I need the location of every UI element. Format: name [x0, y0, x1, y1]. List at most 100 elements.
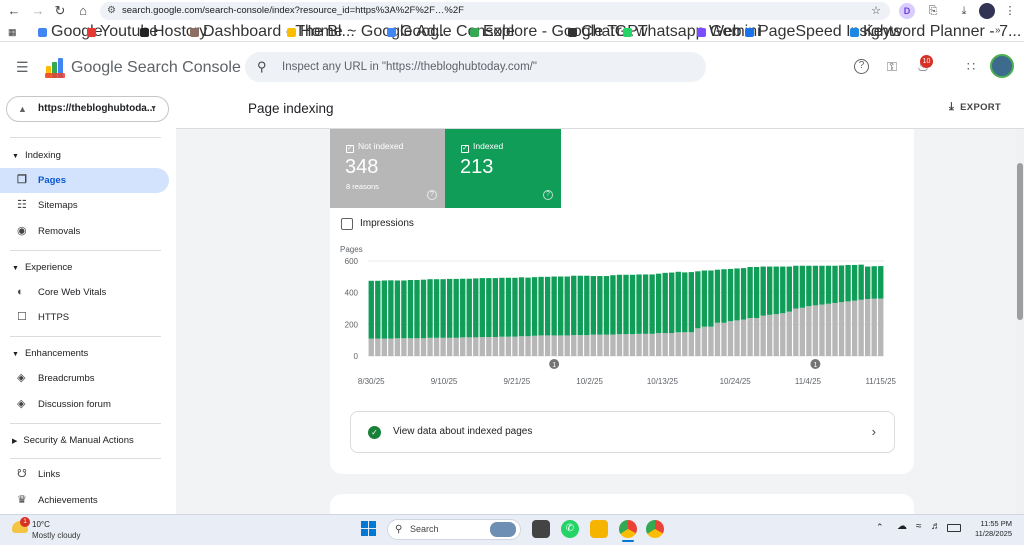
bookmark-favicon-icon	[568, 28, 577, 37]
manage-users-icon[interactable]: ⚿	[883, 58, 901, 76]
download-icon[interactable]: ⤓	[956, 3, 972, 19]
sidebar-item-links[interactable]: ☋ Links	[0, 462, 169, 487]
whatsapp-icon[interactable]: ✆	[561, 520, 579, 538]
bookmark-favicon-icon	[470, 28, 479, 37]
url-inspect-input[interactable]: ⚲ Inspect any URL in "https://thebloghub…	[245, 52, 706, 82]
bar-not-indexed	[851, 300, 858, 356]
section-security[interactable]: ▶ Security & Manual Actions	[12, 435, 134, 446]
check-circle-icon: ✓	[368, 426, 381, 439]
scrollbar-thumb[interactable]	[1017, 163, 1023, 320]
bar-not-indexed	[616, 334, 623, 356]
tray-chevron-up-icon[interactable]: ⌃	[876, 522, 884, 533]
view-indexed-pages-link[interactable]: ✓ View data about indexed pages ›	[350, 411, 895, 453]
bar-not-indexed	[518, 336, 525, 356]
chrome-profile-icon[interactable]	[646, 520, 664, 538]
bar-indexed	[597, 276, 603, 335]
help-icon[interactable]: ?	[427, 190, 437, 200]
expand-icon: ▶	[12, 438, 18, 445]
wifi-icon[interactable]: ≈	[916, 521, 922, 532]
bar-not-indexed	[832, 302, 838, 356]
extensions-icon[interactable]: ⎘	[925, 3, 941, 19]
help-icon[interactable]: ?	[543, 190, 553, 200]
divider	[10, 250, 161, 251]
help-icon[interactable]: ?	[854, 59, 869, 74]
bar-indexed	[407, 280, 414, 339]
account-avatar[interactable]	[990, 54, 1014, 78]
battery-icon[interactable]	[947, 524, 961, 532]
section-indexing[interactable]: ▼ Indexing	[12, 150, 61, 161]
site-info-icon[interactable]: ⚙	[107, 2, 116, 20]
collapse-icon: ▼	[12, 153, 19, 160]
more-menu-icon[interactable]: ⋮	[1002, 3, 1018, 19]
hamburger-menu-icon[interactable]: ☰	[16, 59, 29, 76]
task-view-icon[interactable]	[532, 520, 550, 538]
checkbox-checked-icon[interactable]: ✓	[461, 145, 469, 153]
bar-not-indexed	[675, 332, 681, 356]
user-avatar-icon[interactable]	[979, 3, 995, 19]
google-apps-icon[interactable]: ∷	[962, 58, 980, 76]
sidebar-item-label: Achievements	[38, 495, 98, 506]
bar-indexed	[486, 278, 492, 337]
file-explorer-icon[interactable]	[590, 520, 608, 538]
windows-start-icon[interactable]	[361, 521, 377, 537]
pages-icon: ❐	[17, 174, 27, 186]
indexed-metric-tab[interactable]: ✓ Indexed 213 ?	[445, 129, 561, 208]
bar-indexed	[701, 270, 708, 327]
indexing-chart: Pages 0 200 400 600 8/30/25 9/10/25 9/21/25 10/2…	[340, 245, 897, 386]
visibility-off-icon: ◉	[17, 225, 27, 237]
checkbox-checked-icon[interactable]: ✓	[346, 145, 354, 153]
sidebar-item-https[interactable]: ☐ HTTPS	[0, 305, 169, 330]
bar-not-indexed	[603, 334, 610, 356]
section-enhancements[interactable]: ▼ Enhancements	[12, 348, 88, 359]
bar-indexed	[460, 278, 466, 338]
bar-not-indexed	[864, 299, 871, 356]
chrome-icon[interactable]	[619, 520, 637, 538]
section-label: Experience	[24, 262, 73, 273]
forward-icon[interactable]: →	[30, 3, 46, 19]
sidebar-item-core-web-vitals[interactable]: ◐ Core Web Vitals	[0, 280, 169, 305]
bookmark-star-icon[interactable]: ☆	[868, 3, 884, 19]
bar-indexed	[669, 272, 675, 334]
bar-not-indexed	[727, 321, 734, 356]
profile-avatar[interactable]: D	[899, 3, 915, 19]
home-icon[interactable]: ⌂	[75, 3, 91, 19]
system-clock[interactable]: 11:55 PM 11/28/2025	[968, 519, 1012, 539]
bar-not-indexed	[734, 320, 740, 356]
bar-indexed	[649, 274, 655, 334]
bar-not-indexed	[388, 338, 394, 356]
sidebar-item-sitemaps[interactable]: ☷ Sitemaps	[0, 193, 169, 218]
bar-indexed	[806, 265, 812, 307]
back-icon[interactable]: ←	[6, 3, 22, 19]
bar-indexed	[375, 280, 381, 339]
export-button[interactable]: ⤓ EXPORT	[949, 101, 1001, 114]
impressions-checkbox[interactable]	[341, 218, 353, 230]
property-icon: ▲	[18, 104, 27, 114]
sidebar-item-breadcrumbs[interactable]: ◈ Breadcrumbs	[0, 366, 169, 391]
sidebar-item-achievements[interactable]: ♛ Achievements	[0, 488, 169, 513]
bar-indexed	[584, 275, 590, 336]
bar-not-indexed	[740, 319, 747, 356]
url-bar[interactable]: ⚙ search.google.com/search-console/index?…	[100, 2, 890, 20]
bar-not-indexed	[753, 318, 760, 356]
bar-not-indexed	[427, 337, 433, 356]
not-indexed-metric-tab[interactable]: ✓ Not indexed 348 8 reasons ?	[330, 129, 445, 208]
bar-indexed	[721, 269, 727, 323]
sidebar-item-removals[interactable]: ◉ Removals	[0, 219, 169, 244]
volume-icon[interactable]: ♬	[931, 521, 941, 532]
property-selector[interactable]: ▲ https://thebloghubtoda... ▼	[6, 96, 169, 122]
taskbar-search[interactable]: ⚲ Search	[387, 519, 521, 540]
section-label: Indexing	[24, 150, 61, 161]
section-experience[interactable]: ▼ Experience	[12, 262, 72, 273]
network-icon[interactable]: ☁	[897, 521, 907, 532]
sidebar-item-discussion-forum[interactable]: ◈ Discussion forum	[0, 392, 169, 417]
bar-indexed	[864, 266, 871, 299]
x-tick-label: 10/24/25	[720, 377, 752, 386]
bar-indexed	[479, 278, 485, 337]
bar-not-indexed	[786, 311, 792, 356]
app-title: Google Search Console	[71, 59, 241, 76]
bar-not-indexed	[486, 337, 492, 356]
sidebar-item-pages[interactable]: ❐ Pages	[0, 168, 169, 193]
bar-not-indexed	[629, 334, 636, 356]
more-bookmarks-icon[interactable]: »	[995, 25, 1001, 36]
reload-icon[interactable]: ↻	[52, 3, 68, 19]
